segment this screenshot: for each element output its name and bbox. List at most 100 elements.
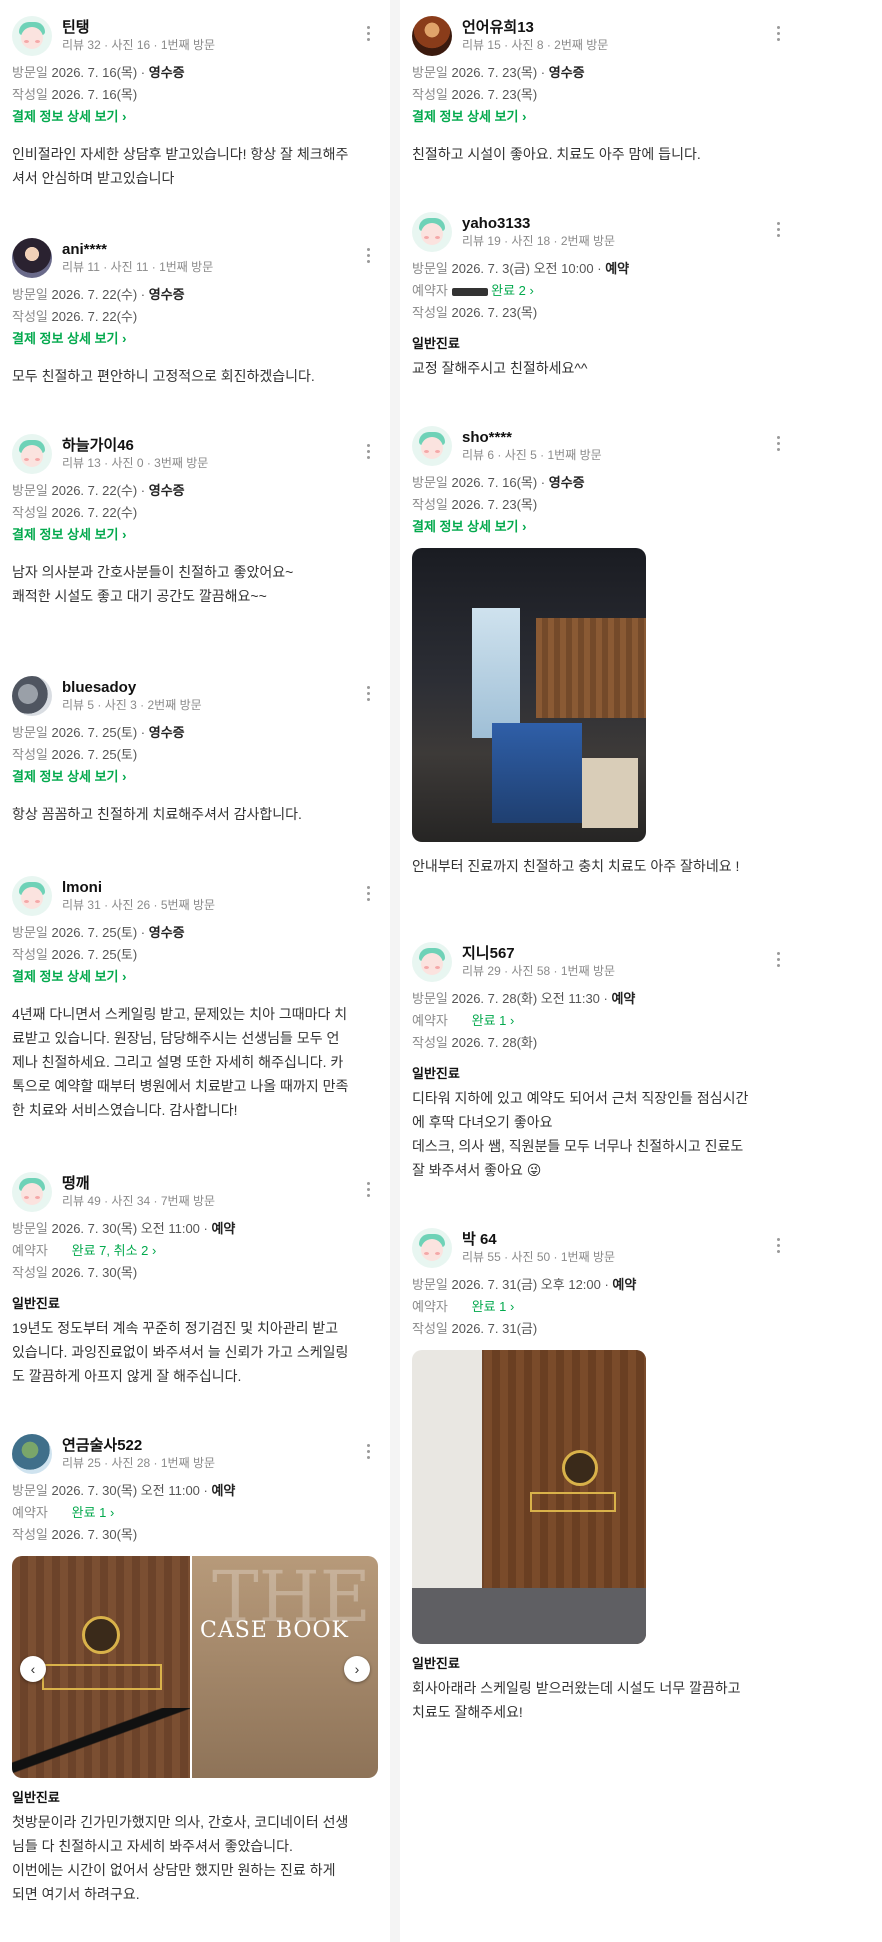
blank-area	[800, 0, 882, 1942]
reviewer-meta: 리뷰 15 · 사진 8 · 2번째 방문	[462, 37, 609, 52]
review-text: 첫방문이라 긴가민가했지만 의사, 간호사, 코디네이터 선생 님들 다 친절하…	[12, 1814, 349, 1902]
reviewer-nickname[interactable]: ani****	[62, 241, 213, 260]
more-options-icon[interactable]	[776, 222, 780, 240]
payment-details-link[interactable]: 결제 정보 상세 보기 ›	[12, 524, 378, 546]
more-options-icon[interactable]	[366, 26, 370, 44]
review-text: 교정 잘해주시고 친절하세요^^	[412, 360, 588, 376]
reservation-row: 예약자 완료 7, 취소 2 ›	[12, 1243, 157, 1258]
payment-details-link[interactable]: 결제 정보 상세 보기 ›	[412, 516, 788, 538]
avatar[interactable]	[12, 876, 52, 916]
more-options-icon[interactable]	[366, 886, 370, 904]
reviewer-nickname[interactable]: 박 64	[462, 1231, 615, 1250]
column-gap	[390, 0, 400, 1942]
avatar[interactable]	[412, 212, 452, 252]
avatar[interactable]	[12, 238, 52, 278]
more-options-icon[interactable]	[366, 444, 370, 462]
reservation-history-link[interactable]: 완료 1 ›	[472, 1299, 515, 1314]
reservation-history-link[interactable]: 완료 1 ›	[472, 1013, 515, 1028]
carousel-prev-icon[interactable]: ‹	[20, 1656, 46, 1682]
reservation-row: 예약자 완료 1 ›	[12, 1505, 115, 1520]
review-card: 박 64 리뷰 55 · 사진 50 · 1번째 방문 방문일 2026. 7. …	[400, 1226, 800, 1724]
more-options-icon[interactable]	[776, 1238, 780, 1256]
reviewer-meta: 리뷰 13 · 사진 0 · 3번째 방문	[62, 455, 209, 470]
visit-date-row: 방문일 2026. 7. 25(토) · 영수증	[12, 925, 185, 940]
photo-carousel[interactable]: THE CASE BOOK ‹ ›	[12, 1556, 378, 1778]
reviewer-nickname[interactable]: 떵깨	[62, 1175, 215, 1194]
payment-details-link[interactable]: 결제 정보 상세 보기 ›	[12, 766, 378, 788]
carousel-next-icon[interactable]: ›	[344, 1656, 370, 1682]
reviewer-nickname[interactable]: bluesadoy	[62, 679, 202, 698]
more-options-icon[interactable]	[366, 1182, 370, 1200]
reviewer-meta: 리뷰 31 · 사진 26 · 5번째 방문	[62, 897, 216, 912]
reviewer-nickname[interactable]: 지니567	[462, 945, 615, 964]
more-options-icon[interactable]	[366, 1444, 370, 1462]
avatar[interactable]	[12, 1172, 52, 1212]
review-text: 모두 친절하고 편안하니 고정적으로 회진하겠습니다.	[12, 368, 315, 384]
treatment-category: 일반진료	[12, 1790, 60, 1805]
treatment-category: 일반진료	[412, 1066, 460, 1081]
review-text: 남자 의사분과 간호사분들이 친절하고 좋았어요~ 쾌적한 시설도 좋고 대기 …	[12, 564, 294, 604]
more-options-icon[interactable]	[776, 26, 780, 44]
avatar[interactable]	[12, 676, 52, 716]
written-date-row: 작성일 2026. 7. 25(토)	[12, 747, 138, 762]
reviewer-meta: 리뷰 32 · 사진 16 · 1번째 방문	[62, 37, 216, 52]
review-column-left: 틴탱 리뷰 32 · 사진 16 · 1번째 방문 방문일 2026. 7. 16…	[0, 0, 390, 1942]
reviewer-nickname[interactable]: 언어유희13	[462, 19, 608, 38]
reservation-history-link[interactable]: 완료 1 ›	[72, 1505, 115, 1520]
review-card: 지니567 리뷰 29 · 사진 58 · 1번째 방문 방문일 2026. 7.…	[400, 940, 800, 1182]
visit-date-row: 방문일 2026. 7. 23(목) · 영수증	[412, 65, 585, 80]
reservation-history-link[interactable]: 완료 7, 취소 2 ›	[72, 1243, 157, 1258]
review-text: 디타워 지하에 있고 예약도 되어서 근처 직장인들 점심시간 에 후딱 다녀오…	[412, 1090, 749, 1178]
avatar[interactable]	[412, 16, 452, 56]
reviewer-nickname[interactable]: lmoni	[62, 879, 215, 898]
visit-date-row: 방문일 2026. 7. 3(금) 오전 10:00 · 예약	[412, 261, 630, 276]
avatar[interactable]	[412, 1228, 452, 1268]
reviewer-meta: 리뷰 5 · 사진 3 · 2번째 방문	[62, 697, 202, 712]
avatar[interactable]	[12, 16, 52, 56]
reviewer-meta: 리뷰 6 · 사진 5 · 1번째 방문	[462, 447, 602, 462]
avatar[interactable]	[12, 434, 52, 474]
review-photo-entrance[interactable]	[412, 1350, 646, 1644]
visit-date-row: 방문일 2026. 7. 25(토) · 영수증	[12, 725, 185, 740]
written-date-row: 작성일 2026. 7. 25(토)	[12, 947, 138, 962]
more-options-icon[interactable]	[776, 952, 780, 970]
written-date-row: 작성일 2026. 7. 31(금)	[412, 1321, 538, 1336]
reviewer-nickname[interactable]: 틴탱	[62, 19, 215, 38]
written-date-row: 작성일 2026. 7. 30(목)	[12, 1527, 138, 1542]
treatment-category: 일반진료	[412, 1656, 460, 1671]
written-date-row: 작성일 2026. 7. 23(목)	[412, 497, 538, 512]
more-options-icon[interactable]	[776, 436, 780, 454]
review-text: 항상 꼼꼼하고 친절하게 치료해주셔서 감사합니다.	[12, 806, 302, 822]
reviewer-nickname[interactable]: sho****	[462, 429, 602, 448]
review-text: 19년도 정도부터 계속 꾸준히 정기검진 및 치아관리 받고 있습니다. 과잉…	[12, 1320, 349, 1384]
visit-date-row: 방문일 2026. 7. 16(목) · 영수증	[412, 475, 585, 490]
avatar[interactable]	[412, 942, 452, 982]
visit-date-row: 방문일 2026. 7. 28(화) 오전 11:30 · 예약	[412, 991, 636, 1006]
reviewer-nickname[interactable]: 하늘가이46	[62, 437, 208, 456]
reviewer-nickname[interactable]: yaho3133	[462, 215, 615, 234]
reservation-row: 예약자 완료 1 ›	[412, 1299, 515, 1314]
payment-details-link[interactable]: 결제 정보 상세 보기 ›	[412, 106, 788, 128]
reservation-history-link[interactable]: 완료 2 ›	[491, 283, 534, 298]
review-card: 언어유희13 리뷰 15 · 사진 8 · 2번째 방문 방문일 2026. 7.…	[400, 14, 800, 166]
payment-details-link[interactable]: 결제 정보 상세 보기 ›	[12, 106, 378, 128]
payment-details-link[interactable]: 결제 정보 상세 보기 ›	[12, 966, 378, 988]
review-photo-lounge[interactable]	[412, 548, 646, 842]
visit-date-row: 방문일 2026. 7. 30(목) 오전 11:00 · 예약	[12, 1483, 236, 1498]
review-card: bluesadoy 리뷰 5 · 사진 3 · 2번째 방문 방문일 2026. …	[0, 674, 390, 826]
visit-date-row: 방문일 2026. 7. 22(수) · 영수증	[12, 483, 185, 498]
review-text: 회사아래라 스케일링 받으러왔는데 시설도 너무 깔끔하고 치료도 잘해주세요!	[412, 1680, 741, 1720]
review-text: 인비절라인 자세한 상담후 받고있습니다! 항상 잘 체크해주 셔서 안심하며 …	[12, 146, 349, 186]
review-text: 4년째 다니면서 스케일링 받고, 문제있는 치아 그때마다 치 료받고 있습니…	[12, 1006, 349, 1118]
review-card: sho**** 리뷰 6 · 사진 5 · 1번째 방문 방문일 2026. 7.…	[400, 424, 800, 878]
more-options-icon[interactable]	[366, 248, 370, 266]
more-options-icon[interactable]	[366, 686, 370, 704]
payment-details-link[interactable]: 결제 정보 상세 보기 ›	[12, 328, 378, 350]
written-date-row: 작성일 2026. 7. 30(목)	[12, 1265, 138, 1280]
written-date-row: 작성일 2026. 7. 22(수)	[12, 309, 138, 324]
review-card: 틴탱 리뷰 32 · 사진 16 · 1번째 방문 방문일 2026. 7. 16…	[0, 14, 390, 190]
avatar[interactable]	[12, 1434, 52, 1474]
reviewer-nickname[interactable]: 연금술사522	[62, 1437, 215, 1456]
avatar[interactable]	[412, 426, 452, 466]
written-date-row: 작성일 2026. 7. 28(화)	[412, 1035, 538, 1050]
